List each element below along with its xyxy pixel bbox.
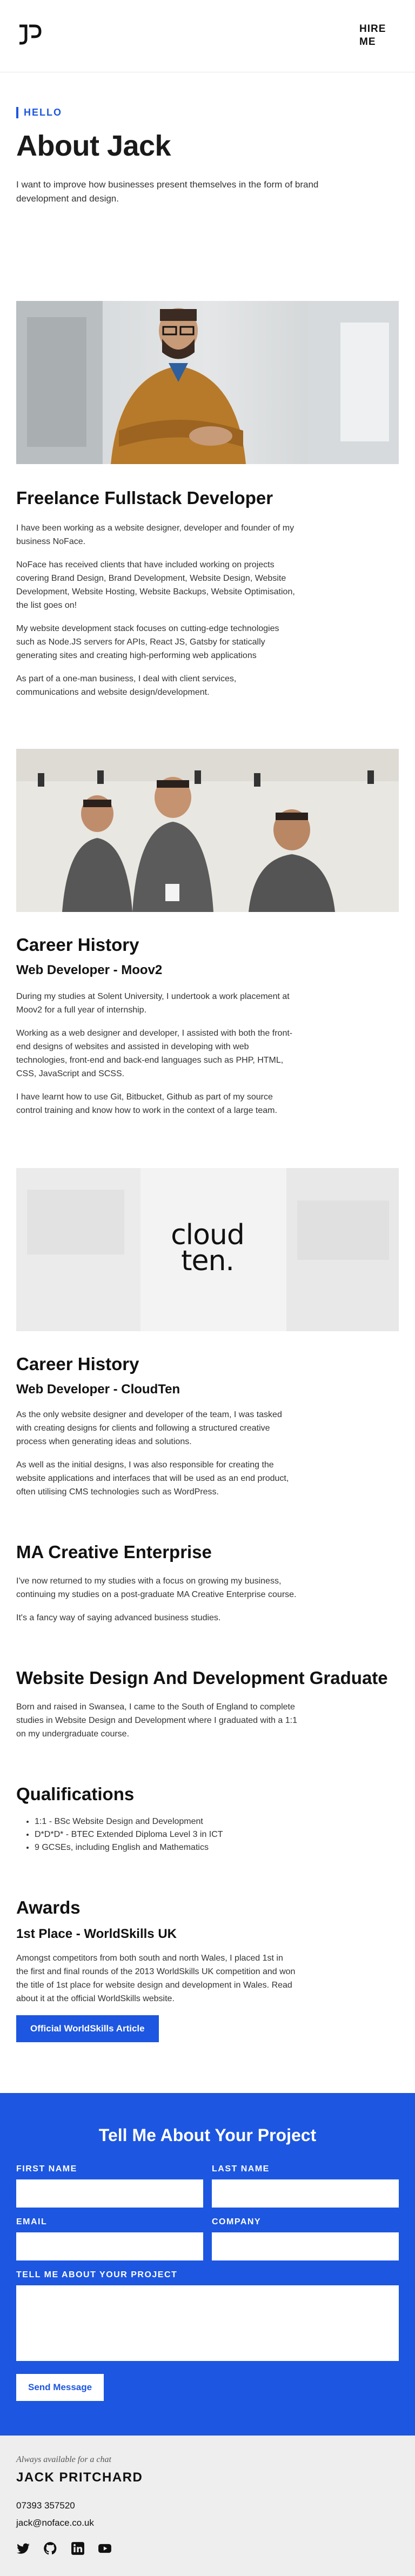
company-input[interactable] (212, 2232, 399, 2260)
project-textarea[interactable] (16, 2285, 399, 2361)
hire-label-line2: ME (359, 36, 376, 48)
first-name-label: FIRST NAME (16, 2164, 77, 2174)
phone-link[interactable]: 07393 357520 (16, 2500, 75, 2511)
freelance-p1: I have been working as a website designe… (16, 524, 294, 546)
send-message-button[interactable]: Send Message (16, 2374, 104, 2401)
ma-title: MA Creative Enterprise (16, 1542, 212, 1562)
twitter-icon[interactable] (16, 2541, 30, 2555)
career-moov2-section: Career History Web Developer - Moov2 Dur… (0, 912, 415, 1117)
qualification-item: 1:1 - BSc Website Design and Development (35, 1815, 399, 1828)
worldskills-article-button[interactable]: Official WorldSkills Article (16, 2015, 159, 2042)
role-moov2: Web Developer - Moov2 (16, 963, 163, 977)
graduate-p1: Born and raised in Swansea, I came to th… (16, 1702, 298, 1739)
hire-label-line1: HIRE (359, 23, 386, 35)
portrait-photo (16, 301, 399, 464)
awards-section: Awards 1st Place - WorldSkills UK Amongs… (0, 1854, 415, 2093)
team-photo (16, 749, 399, 912)
email-label: EMAIL (16, 2217, 48, 2226)
graduate-section: Website Design And Development Graduate … (0, 1625, 415, 1741)
career1-p2: Working as a web designer and developer,… (16, 1029, 293, 1078)
freelance-section: Freelance Fullstack Developer I have bee… (0, 464, 415, 699)
ma-section: MA Creative Enterprise I've now returned… (0, 1499, 415, 1625)
awards-subtitle: 1st Place - WorldSkills UK (16, 1927, 177, 1941)
qualification-item: 9 GCSEs, including English and Mathemati… (35, 1841, 399, 1854)
contact-title: Tell Me About Your Project (98, 2125, 317, 2145)
qualifications-list: 1:1 - BSc Website Design and Development… (16, 1815, 399, 1854)
availability-text: Always available for a chat (16, 2455, 111, 2464)
linkedin-icon[interactable] (71, 2541, 85, 2555)
cloudten-logo-line2: ten. (181, 1245, 235, 1277)
ma-p1: I've now returned to my studies with a f… (16, 1577, 297, 1599)
career2-p2: As well as the initial designs, I was al… (16, 1460, 289, 1497)
footer-name: JACK PRITCHARD (16, 2470, 143, 2485)
career2-p1: As the only website designer and develop… (16, 1410, 282, 1446)
github-icon[interactable] (43, 2541, 57, 2555)
jp-logo[interactable] (16, 22, 43, 49)
page-title: About Jack (16, 130, 171, 162)
qualification-item: D*D*D* - BTEC Extended Diploma Level 3 i… (35, 1828, 399, 1841)
career1-p3: I have learnt how to use Git, Bitbucket,… (16, 1092, 277, 1115)
hire-me-link[interactable]: HIRE ME (359, 23, 392, 49)
hero-section: HELLO About Jack I want to improve how b… (0, 72, 415, 252)
contact-section: Tell Me About Your Project FIRST NAME LA… (0, 2093, 415, 2436)
last-name-input[interactable] (212, 2179, 399, 2208)
ma-p2: It's a fancy way of saying advanced busi… (16, 1613, 221, 1622)
freelance-p2: NoFace has received clients that have in… (16, 560, 295, 610)
awards-p1: Amongst competitors from both south and … (16, 1954, 296, 2003)
site-footer: Always available for a chat JACK PRITCHA… (0, 2436, 415, 2576)
jp-logo-icon (19, 24, 42, 45)
qualifications-title: Qualifications (16, 1784, 135, 1804)
cloudten-logo: cloud ten. (16, 1221, 399, 1277)
social-links (16, 2541, 123, 2558)
freelance-title: Freelance Fullstack Developer (16, 488, 273, 508)
cloudten-image: cloud ten. (16, 1168, 399, 1331)
project-label: TELL ME ABOUT YOUR PROJECT (16, 2270, 178, 2279)
first-name-input[interactable] (16, 2179, 203, 2208)
career-title-1: Career History (16, 935, 139, 955)
company-label: COMPANY (212, 2217, 262, 2226)
site-header: HIRE ME (0, 0, 415, 72)
youtube-icon[interactable] (98, 2541, 112, 2555)
role-cloudten: Web Developer - CloudTen (16, 1382, 180, 1397)
qualifications-section: Qualifications 1:1 - BSc Website Design … (0, 1741, 415, 1854)
freelance-p3: My website development stack focuses on … (16, 624, 279, 660)
last-name-label: LAST NAME (212, 2164, 270, 2174)
email-link[interactable]: jack@noface.co.uk (16, 2518, 94, 2528)
awards-title: Awards (16, 1897, 81, 1917)
freelance-p4: As part of a one-man business, I deal wi… (16, 674, 237, 697)
email-input[interactable] (16, 2232, 203, 2260)
career-cloudten-section: Career History Web Developer - CloudTen … (0, 1331, 415, 1499)
graduate-title: Website Design And Development Graduate (16, 1668, 388, 1688)
hero-intro: I want to improve how businesses present… (16, 179, 319, 204)
career-title-2: Career History (16, 1354, 139, 1374)
career1-p1: During my studies at Solent University, … (16, 992, 290, 1015)
hello-tag: HELLO (16, 107, 62, 118)
